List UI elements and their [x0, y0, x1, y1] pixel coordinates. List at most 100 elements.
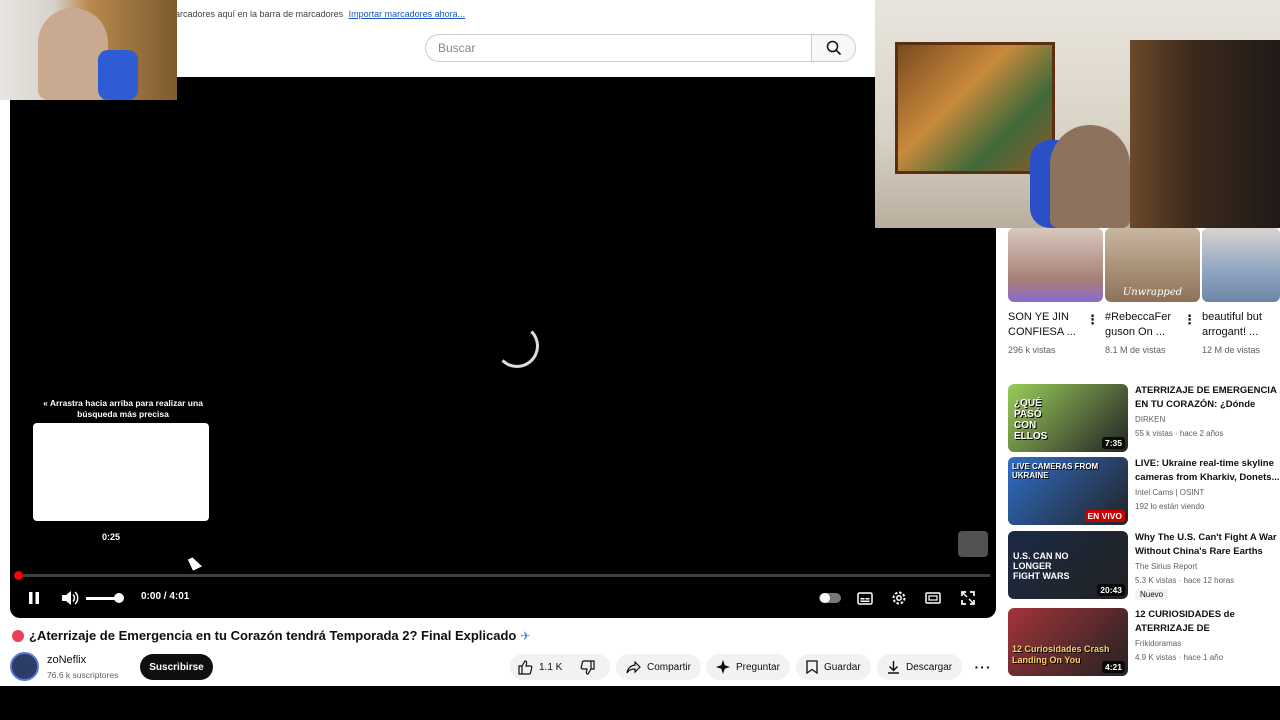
short-views: 296 k vistas: [1008, 345, 1056, 355]
download-label: Descargar: [906, 661, 953, 673]
subtitles-icon: [857, 591, 873, 605]
like-button[interactable]: 1.1 K: [510, 654, 570, 680]
short-thumbnail[interactable]: Unwrapped: [1105, 228, 1200, 302]
drag-search-hint: « Arrastra hacia arriba para realizar un…: [43, 398, 203, 419]
thumbnail-text: U.S. CAN NO LONGER FIGHT WARS: [1013, 551, 1070, 581]
video-title[interactable]: ATERRIZAJE DE EMERGENCIA EN TU CORAZÓN: …: [1135, 384, 1280, 412]
video-title[interactable]: LIVE: Ukraine real-time skyline cameras …: [1135, 457, 1280, 485]
like-count: 1.1 K: [539, 661, 563, 673]
recommended-video[interactable]: ¿QUÉ PASÓ CON ELLOS 7:35 ATERRIZAJE DE E…: [1008, 384, 1280, 452]
search-icon: [826, 40, 841, 56]
thumbs-down-icon: [580, 659, 595, 675]
short-title[interactable]: #RebeccaFer guson On ...: [1105, 310, 1180, 340]
live-badge: EN VIVO: [1084, 510, 1125, 522]
short-thumbnail[interactable]: [1202, 228, 1280, 302]
thumbs-up-icon: [518, 659, 533, 675]
import-bookmarks-link[interactable]: Importar marcadores ahora...: [349, 9, 466, 19]
subtitles-button[interactable]: [855, 588, 875, 608]
video-meta: 55 k vistas · hace 2 años: [1135, 429, 1224, 438]
video-thumbnail[interactable]: U.S. CAN NO LONGER FIGHT WARS 20:43: [1008, 531, 1128, 599]
pause-button[interactable]: [24, 588, 44, 608]
video-thumbnail[interactable]: ¿QUÉ PASÓ CON ELLOS 7:35: [1008, 384, 1128, 452]
short-views: 8.1 M de vistas: [1105, 345, 1166, 355]
recommended-video[interactable]: 12 Curiosidades Crash Landing On You 4:2…: [1008, 608, 1280, 676]
video-meta: 5.3 K vistas · hace 12 horas: [1135, 576, 1235, 585]
more-horizontal-icon: ···: [974, 659, 992, 675]
download-icon: [888, 661, 899, 674]
autoplay-toggle-icon: [819, 593, 841, 603]
short-title[interactable]: beautiful but arrogant! ...: [1202, 310, 1277, 340]
mouse-cursor: [187, 555, 203, 571]
theater-mode-button[interactable]: [923, 588, 943, 608]
airplane-emoji-icon: ✈: [520, 628, 531, 643]
volume-icon: [62, 591, 79, 605]
theater-icon: [925, 592, 941, 604]
video-thumbnail[interactable]: 12 Curiosidades Crash Landing On You 4:2…: [1008, 608, 1128, 676]
short-title[interactable]: SON YE JIN CONFIESA ...: [1008, 310, 1083, 340]
thumbnail-text: ¿QUÉ PASÓ CON ELLOS: [1014, 398, 1048, 442]
channel-name[interactable]: zoNeflix: [47, 654, 86, 666]
seek-preview-time: 0:25: [102, 532, 121, 542]
more-vertical-icon[interactable]: ⋮: [1183, 312, 1196, 328]
gear-icon: [892, 591, 906, 605]
search-button[interactable]: [811, 34, 856, 62]
subscriber-count: 76.6 k suscriptores: [47, 670, 119, 680]
dislike-button[interactable]: [572, 654, 603, 680]
fullscreen-icon: [961, 591, 975, 605]
video-duration: 4:21: [1101, 661, 1125, 673]
webcam-overlay-large: [875, 0, 1280, 228]
search-input[interactable]: Buscar: [425, 34, 811, 62]
autoplay-toggle[interactable]: [818, 588, 842, 608]
red-dot-emoji: [12, 629, 24, 642]
channel-avatar[interactable]: [10, 652, 39, 681]
recommended-video[interactable]: U.S. CAN NO LONGER FIGHT WARS 20:43 Why …: [1008, 531, 1280, 600]
save-label: Guardar: [824, 661, 861, 673]
more-vertical-icon[interactable]: ⋮: [1086, 312, 1099, 328]
mute-button[interactable]: [60, 588, 80, 608]
more-actions-button[interactable]: ···: [968, 654, 998, 680]
video-title[interactable]: Why The U.S. Can't Fight A War Without C…: [1135, 531, 1280, 559]
webcam-overlay-small: [0, 0, 177, 100]
video-channel[interactable]: Intel Cams | OSINT: [1135, 488, 1204, 497]
save-button[interactable]: Guardar: [796, 654, 871, 680]
screen: arcadores aquí en la barra de marcadores…: [0, 0, 1280, 720]
video-player[interactable]: « Arrastra hacia arriba para realizar un…: [10, 77, 996, 618]
video-channel[interactable]: The Sirius Report: [1135, 562, 1197, 571]
video-meta: 192 lo están viendo: [1135, 502, 1205, 511]
bottom-letterbox: [0, 686, 1280, 720]
ask-button[interactable]: Preguntar: [706, 654, 790, 680]
short-thumbnail[interactable]: [1008, 228, 1103, 302]
share-icon: [626, 660, 641, 673]
thumbnail-text: LIVE CAMERAS FROM UKRAINE: [1012, 462, 1099, 480]
video-title[interactable]: 12 CURIOSIDADES de ATERRIZAJE DE EMERGEN…: [1135, 608, 1280, 636]
time-display: 0:00 / 4:01: [141, 591, 190, 602]
video-channel[interactable]: Frikidoramas: [1135, 639, 1181, 648]
share-button[interactable]: Compartir: [616, 654, 701, 680]
video-duration: 7:35: [1101, 437, 1125, 449]
short-item[interactable]: beautiful but arrogant! ... 12 M de vist…: [1202, 228, 1280, 355]
video-channel[interactable]: DIRKEN: [1135, 415, 1165, 424]
subscribe-button[interactable]: Suscribirse: [140, 654, 213, 680]
webcam-headphones: [98, 50, 138, 100]
progress-bar[interactable]: [14, 571, 990, 580]
channel-watermark[interactable]: [958, 531, 988, 557]
search-box: Buscar: [425, 34, 856, 62]
volume-knob[interactable]: [114, 593, 124, 603]
bookmarks-hint: arcadores aquí en la barra de marcadores: [175, 9, 344, 19]
short-thumbnail-text: Unwrapped: [1122, 287, 1183, 298]
seek-preview-thumbnail: [33, 423, 209, 521]
video-title: ¿Aterrizaje de Emergencia en tu Corazón …: [12, 628, 530, 643]
video-thumbnail[interactable]: LIVE CAMERAS FROM UKRAINE EN VIVO: [1008, 457, 1128, 525]
progress-scrubber[interactable]: [14, 571, 23, 580]
window-frame: [1130, 40, 1280, 228]
webcam-person: [1050, 125, 1130, 228]
fullscreen-button[interactable]: [958, 588, 978, 608]
video-title-text: ¿Aterrizaje de Emergencia en tu Corazón …: [29, 628, 517, 643]
ask-label: Preguntar: [736, 661, 780, 673]
recommended-video[interactable]: LIVE CAMERAS FROM UKRAINE EN VIVO LIVE: …: [1008, 457, 1280, 525]
new-badge: Nuevo: [1135, 589, 1169, 600]
short-item[interactable]: Unwrapped #RebeccaFer guson On ... 8.1 M…: [1105, 228, 1200, 355]
download-button[interactable]: Descargar: [877, 654, 963, 680]
settings-button[interactable]: [889, 588, 909, 608]
short-item[interactable]: SON YE JIN CONFIESA ... 296 k vistas ⋮: [1008, 228, 1103, 355]
